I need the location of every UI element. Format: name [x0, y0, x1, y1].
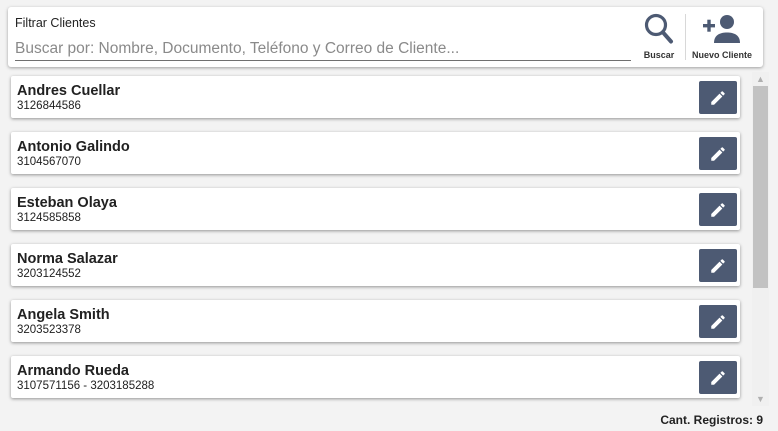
search-button-label: Buscar: [643, 50, 675, 60]
client-name: Andres Cuellar: [17, 83, 121, 99]
pencil-icon: [711, 202, 725, 217]
client-phone: 3126844586: [17, 100, 81, 112]
scroll-down-arrow-icon[interactable]: ▼: [752, 392, 769, 406]
client-name: Esteban Olaya: [17, 195, 117, 211]
filter-panel: Filtrar Clientes Buscar Nuevo Cliente: [8, 7, 763, 67]
pencil-icon: [711, 314, 725, 329]
filter-label: Filtrar Clientes: [15, 16, 96, 30]
pencil-icon: [711, 146, 725, 161]
new-client-button-label: Nuevo Cliente: [691, 50, 752, 60]
list-item: Armando Rueda 3107571156 - 3203185288: [11, 356, 740, 398]
client-name: Armando Rueda: [17, 363, 129, 379]
edit-button[interactable]: [699, 137, 737, 170]
new-client-button[interactable]: Nuevo Cliente: [690, 7, 754, 67]
search-icon: [644, 7, 674, 45]
client-phone: 3203523378: [17, 324, 81, 336]
edit-button[interactable]: [699, 305, 737, 338]
edit-button[interactable]: [699, 249, 737, 282]
pencil-icon: [711, 90, 725, 105]
edit-button[interactable]: [699, 81, 737, 114]
search-button[interactable]: Buscar: [638, 7, 680, 67]
client-name: Norma Salazar: [17, 251, 118, 267]
scroll-thumb[interactable]: [753, 86, 768, 288]
client-name: Angela Smith: [17, 307, 110, 323]
vertical-scrollbar[interactable]: ▲ ▼: [752, 72, 769, 406]
scroll-up-arrow-icon[interactable]: ▲: [752, 72, 769, 86]
toolbar-divider: [685, 14, 686, 60]
pencil-icon: [711, 258, 725, 273]
client-phone: 3104567070: [17, 156, 81, 168]
record-count: Cant. Registros: 9: [660, 413, 763, 427]
list-item: Esteban Olaya 3124585858: [11, 188, 740, 230]
client-phone: 3203124552: [17, 268, 81, 280]
edit-button[interactable]: [699, 193, 737, 226]
edit-button[interactable]: [699, 361, 737, 394]
client-phone: 3107571156 - 3203185288: [17, 380, 155, 392]
list-item: Antonio Galindo 3104567070: [11, 132, 740, 174]
add-person-icon: [702, 7, 742, 45]
client-phone: 3124585858: [17, 212, 81, 224]
client-name: Antonio Galindo: [17, 139, 130, 155]
list-item: Angela Smith 3203523378: [11, 300, 740, 342]
search-input[interactable]: [15, 37, 631, 61]
list-item: Andres Cuellar 3126844586: [11, 76, 740, 118]
list-item: Norma Salazar 3203124552: [11, 244, 740, 286]
pencil-icon: [711, 370, 725, 385]
